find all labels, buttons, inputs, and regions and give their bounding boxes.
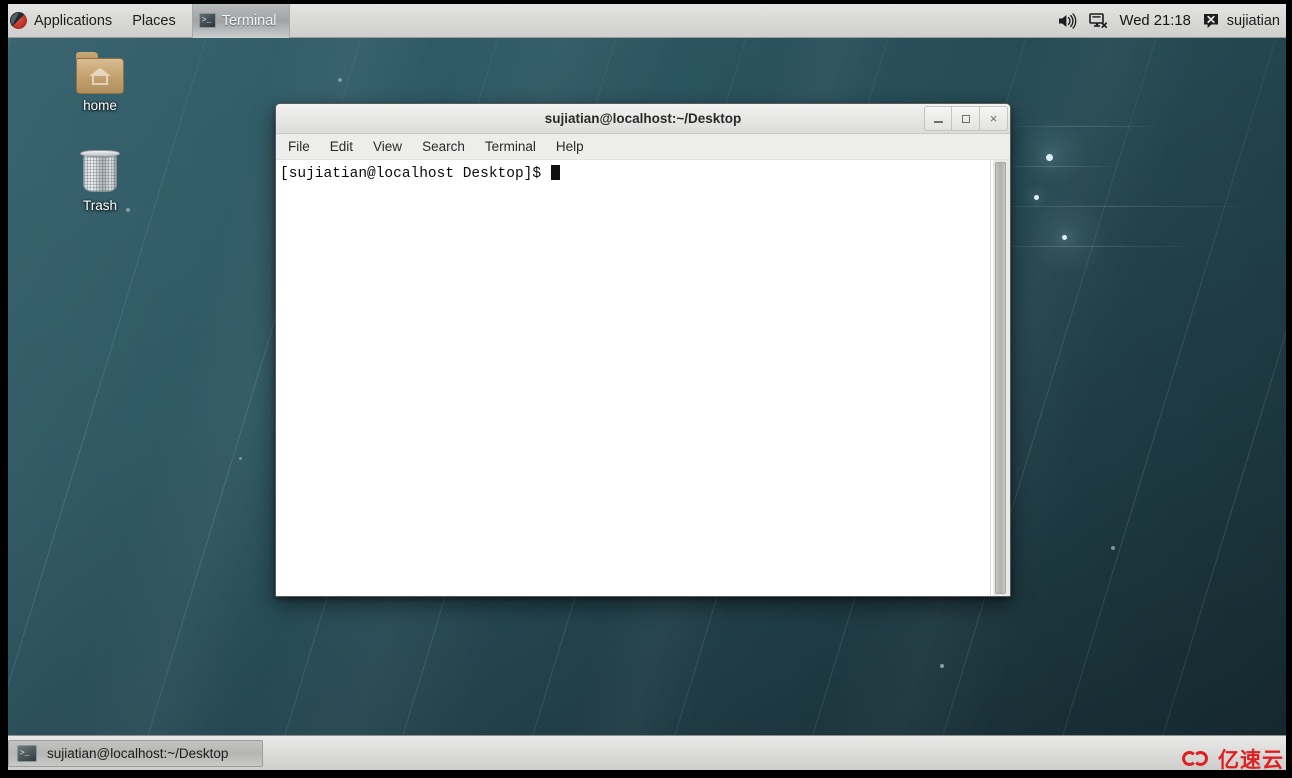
centos-logo-icon — [10, 12, 27, 29]
window-list-item-terminal[interactable]: >_ Terminal — [191, 3, 290, 38]
volume-icon[interactable] — [1058, 12, 1077, 29]
maximize-button[interactable] — [952, 106, 980, 131]
terminal-body[interactable]: [sujiatian@localhost Desktop]$ — [276, 159, 1010, 596]
menu-view[interactable]: View — [373, 139, 402, 154]
window-list: >_ Terminal — [191, 3, 290, 38]
screen-edge-bottom — [0, 770, 1292, 778]
username-label: sujiatian — [1226, 12, 1280, 29]
taskbar-item-label: sujiatian@localhost:~/Desktop — [47, 745, 229, 761]
taskbar-item-terminal[interactable]: >_ sujiatian@localhost:~/Desktop — [8, 739, 263, 767]
close-icon: × — [989, 111, 998, 126]
desktop-icon-label: home — [83, 98, 117, 113]
terminal-titlebar[interactable]: sujiatian@localhost:~/Desktop × — [276, 104, 1010, 134]
terminal-scrollbar[interactable] — [990, 160, 1010, 596]
terminal-menubar: File Edit View Search Terminal Help — [276, 134, 1010, 159]
terminal-icon: >_ — [198, 13, 216, 28]
system-tray: Wed 21:18 sujiatian — [1058, 12, 1292, 29]
clock[interactable]: Wed 21:18 — [1120, 13, 1191, 29]
close-button[interactable]: × — [980, 106, 1008, 131]
terminal-cursor — [550, 165, 560, 180]
trash-bin-icon — [79, 150, 121, 194]
minimize-icon — [933, 121, 943, 123]
menu-search[interactable]: Search — [422, 139, 465, 154]
window-list-item-label: Terminal — [221, 12, 277, 29]
terminal-icon: >_ — [17, 744, 37, 762]
cloud-spiral-logo-icon — [1182, 748, 1212, 770]
user-chat-icon — [1203, 13, 1218, 28]
desktop-icon-trash[interactable]: Trash — [54, 150, 146, 215]
home-folder-icon — [76, 52, 124, 94]
window-controls: × — [924, 106, 1008, 131]
terminal-output[interactable]: [sujiatian@localhost Desktop]$ — [276, 160, 990, 596]
places-menu-label: Places — [132, 12, 176, 29]
screen-edge-right — [1286, 0, 1292, 778]
places-menu[interactable]: Places — [122, 4, 186, 38]
maximize-icon — [961, 114, 970, 123]
screen-edge-left — [0, 0, 8, 778]
screen-edge-top — [0, 0, 1292, 4]
network-disconnected-icon[interactable] — [1088, 12, 1108, 29]
desktop-icon-home[interactable]: home — [54, 52, 146, 115]
terminal-window[interactable]: sujiatian@localhost:~/Desktop × File Edi… — [275, 103, 1011, 597]
terminal-prompt: [sujiatian@localhost Desktop]$ — [280, 166, 550, 182]
desktop-icon-label: Trash — [82, 198, 117, 213]
applications-menu-label: Applications — [34, 12, 113, 29]
menu-help[interactable]: Help — [556, 139, 584, 154]
minimize-button[interactable] — [924, 106, 952, 131]
applications-menu[interactable]: Applications — [0, 4, 122, 38]
user-menu[interactable]: sujiatian — [1203, 13, 1280, 29]
menu-file[interactable]: File — [288, 139, 310, 154]
window-title: sujiatian@localhost:~/Desktop — [544, 111, 742, 126]
scrollbar-thumb[interactable] — [995, 162, 1006, 594]
top-panel: Applications Places >_ Terminal Wed 21:1… — [0, 3, 1292, 38]
menu-terminal[interactable]: Terminal — [485, 139, 536, 154]
bottom-panel: >_ sujiatian@localhost:~/Desktop — [0, 735, 1292, 770]
menu-edit[interactable]: Edit — [330, 139, 353, 154]
desktop-screen: home Trash Applications Places >_ Termin… — [0, 0, 1292, 778]
